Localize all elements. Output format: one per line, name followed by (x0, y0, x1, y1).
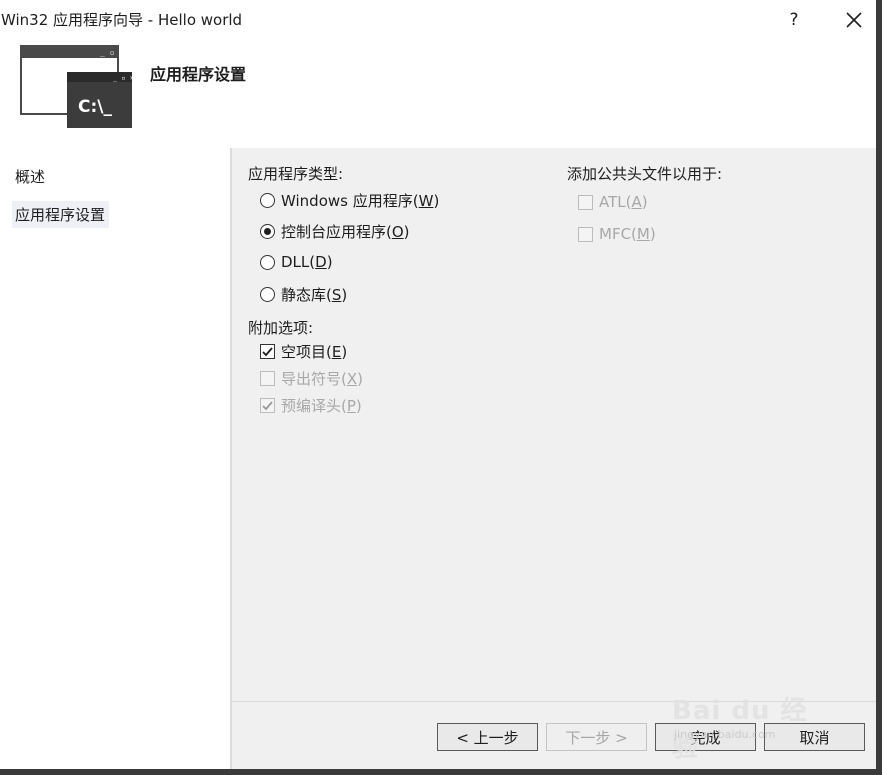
checkbox-precompiled-header: 预编译头(P) (260, 394, 362, 416)
wizard-header: _ ▫ × _ ▫ × C:\_ 应用程序设置 (0, 40, 876, 148)
wizard-window: Win32 应用程序向导 - Hello world ? _ ▫ × _ ▫ ×… (0, 0, 876, 769)
close-button[interactable] (840, 6, 868, 34)
nav-item-app-settings[interactable]: 应用程序设置 (12, 201, 110, 228)
settings-panel: 应用程序类型: Windows 应用程序(W) 控制台应用程序(O) DLL(D… (232, 148, 876, 701)
checkmark-icon (262, 400, 273, 410)
option-label: DLL(D) (281, 253, 333, 271)
common-headers-label: 添加公共头文件以用于: (567, 165, 723, 183)
option-label: MFC(M) (599, 225, 656, 243)
close-icon (846, 12, 862, 28)
footer-separator (232, 701, 876, 702)
radio-dll[interactable]: DLL(D) (260, 251, 333, 273)
option-label: 导出符号(X) (281, 369, 363, 388)
option-label: 静态库(S) (281, 285, 348, 304)
checkbox-atl: ATL(A) (578, 191, 648, 213)
checkbox (260, 370, 275, 386)
option-label: 空项目(E) (281, 342, 348, 361)
wizard-body: 概述 应用程序设置 应用程序类型: Windows 应用程序(W) 控制台应用程… (0, 148, 876, 769)
checkbox[interactable] (260, 343, 275, 359)
extra-options-label: 附加选项: (248, 319, 314, 337)
option-label: ATL(A) (599, 193, 648, 211)
option-label: 预编译头(P) (281, 396, 362, 415)
title-bar: Win32 应用程序向导 - Hello world ? (0, 0, 876, 40)
checkmark-icon (262, 346, 273, 356)
wizard-nav: 概述 应用程序设置 (0, 148, 230, 769)
previous-button[interactable]: < 上一步 (437, 723, 538, 751)
radio-console-app[interactable]: 控制台应用程序(O) (260, 220, 410, 242)
checkbox (578, 226, 593, 242)
nav-item-overview[interactable]: 概述 (15, 166, 45, 187)
radio-button[interactable] (260, 223, 275, 239)
checkbox-mfc: MFC(M) (578, 223, 656, 245)
checkbox-export-symbols: 导出符号(X) (260, 367, 363, 389)
radio-windows-app[interactable]: Windows 应用程序(W) (260, 189, 439, 211)
help-button[interactable]: ? (782, 6, 806, 34)
checkbox (260, 397, 275, 413)
app-type-label: 应用程序类型: (248, 165, 344, 183)
radio-button[interactable] (260, 286, 275, 302)
page-title: 应用程序设置 (150, 65, 247, 84)
cancel-button[interactable]: 取消 (764, 723, 865, 751)
console-icon-text: C:\_ (78, 97, 112, 117)
option-label: 控制台应用程序(O) (281, 222, 410, 241)
checkbox-empty-project[interactable]: 空项目(E) (260, 340, 347, 362)
radio-button[interactable] (260, 192, 275, 208)
console-app-icon: _ ▫ × _ ▫ × C:\_ (20, 45, 134, 128)
next-button: 下一步 > (546, 723, 647, 751)
svg-text:_ ▫ ×: _ ▫ × (113, 74, 134, 82)
checkbox (578, 194, 593, 210)
window-title: Win32 应用程序向导 - Hello world (1, 11, 243, 29)
radio-static-lib[interactable]: 静态库(S) (260, 283, 347, 305)
option-label: Windows 应用程序(W) (281, 191, 440, 210)
radio-button[interactable] (260, 254, 275, 270)
finish-button[interactable]: 完成 (655, 723, 756, 751)
svg-text:_ ▫ ×: _ ▫ × (100, 48, 124, 57)
